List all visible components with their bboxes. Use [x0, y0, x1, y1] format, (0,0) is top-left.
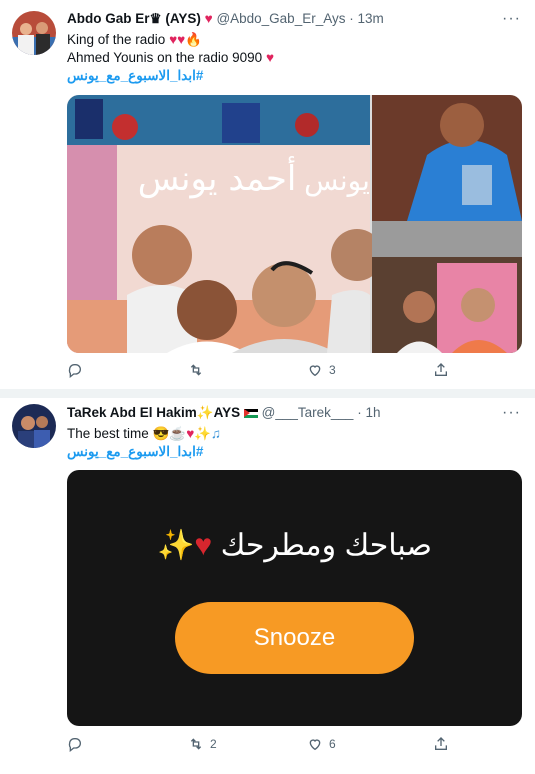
- like-button[interactable]: 3: [307, 362, 336, 378]
- handle[interactable]: @Abdo_Gab_Er_Ays: [216, 11, 345, 26]
- hashtag-link[interactable]: #ابدا_الاسبوع_مع_يونس: [67, 443, 221, 461]
- avatar[interactable]: [12, 404, 56, 448]
- reply-button[interactable]: [67, 736, 89, 752]
- heart-emoji-icon: ♥: [194, 529, 213, 562]
- action-bar: 2 6: [67, 736, 467, 760]
- share-icon: [435, 363, 447, 376]
- sparkles-emoji-icon: ✨: [157, 529, 195, 562]
- alarm-message-text: صباحك ومطرحك: [220, 529, 432, 562]
- retweet-button[interactable]: [188, 362, 210, 378]
- coffee-emoji-icon: ☕: [169, 426, 187, 441]
- heart-emoji-icon: ♥: [204, 11, 213, 26]
- avatar[interactable]: [12, 11, 56, 55]
- separator: ·: [349, 11, 354, 26]
- sparkles-emoji-icon: ✨: [194, 426, 212, 441]
- tweet-separator: [0, 389, 535, 398]
- text-line-2: Ahmed Younis on the radio 9090: [67, 50, 263, 65]
- heart-emoji-icon: ♥: [265, 50, 274, 65]
- banner-text: أحمد يونس: [138, 156, 297, 199]
- sunglasses-emoji-icon: 😎: [152, 426, 170, 441]
- tweet-1[interactable]: Abdo Gab Er♛ (AYS) ♥ @Abdo_Gab_Er_Ays · …: [0, 0, 535, 390]
- heart-emoji-icon: ♥♥: [169, 32, 186, 47]
- retweet-button[interactable]: 2: [188, 736, 217, 752]
- reply-icon: [68, 364, 81, 378]
- share-button[interactable]: [433, 362, 449, 378]
- text-line-1: The best time: [67, 426, 149, 441]
- display-name[interactable]: TaRek Abd El Hakim: [67, 405, 197, 420]
- display-name-suffix: ♛ (AYS): [149, 11, 201, 26]
- tweet-2[interactable]: TaRek Abd El Hakim✨AYS @___Tarek___ · 1h…: [0, 398, 535, 774]
- share-icon: [435, 737, 447, 750]
- display-name-suffix: AYS: [213, 405, 241, 420]
- reply-button[interactable]: [67, 362, 89, 378]
- tweet-header: Abdo Gab Er♛ (AYS) ♥ @Abdo_Gab_Er_Ays · …: [67, 11, 384, 27]
- banner-text-side: يونس: [304, 164, 370, 197]
- text-line-1: King of the radio: [67, 32, 166, 47]
- retweet-icon: [190, 364, 202, 376]
- photo-collage[interactable]: أحمد يونس يونس: [67, 95, 522, 353]
- like-icon: [309, 365, 321, 377]
- handle[interactable]: @___Tarek___: [262, 405, 354, 420]
- action-bar: 3: [67, 362, 467, 386]
- timestamp[interactable]: 13m: [358, 11, 384, 26]
- hashtag-link[interactable]: #ابدا_الاسبوع_مع_يونس: [67, 67, 274, 85]
- music-notes-emoji-icon: ♫: [211, 426, 222, 441]
- more-icon[interactable]: ···: [502, 404, 521, 422]
- reply-icon: [68, 738, 81, 752]
- display-name[interactable]: Abdo Gab Er: [67, 11, 150, 26]
- tweet-text: King of the radio ♥♥🔥 Ahmed Younis on th…: [67, 31, 274, 85]
- flag-emoji-icon: [243, 408, 258, 418]
- more-icon[interactable]: ···: [502, 10, 521, 28]
- alarm-screenshot-image[interactable]: صباحك ومطرحك ♥✨ Snooze: [67, 470, 522, 726]
- like-button[interactable]: 6: [307, 736, 336, 752]
- alarm-message: صباحك ومطرحك ♥✨: [107, 528, 482, 563]
- retweet-count: 2: [210, 737, 217, 751]
- like-icon: [309, 739, 321, 751]
- tweet-text: The best time 😎☕♥✨♫ #ابدا_الاسبوع_مع_يون…: [67, 425, 221, 461]
- tweet-header: TaRek Abd El Hakim✨AYS @___Tarek___ · 1h: [67, 405, 381, 421]
- photo-collage-image: أحمد يونس يونس: [67, 95, 522, 353]
- separator: ·: [357, 405, 362, 420]
- heart-emoji-icon: ♥: [186, 426, 195, 441]
- snooze-button: Snooze: [175, 602, 414, 674]
- fire-emoji-icon: 🔥: [185, 32, 202, 47]
- like-count: 6: [329, 737, 336, 751]
- retweet-icon: [190, 738, 202, 750]
- share-button[interactable]: [433, 736, 449, 752]
- sparkles-emoji-icon: ✨: [196, 405, 214, 420]
- timestamp[interactable]: 1h: [365, 405, 380, 420]
- like-count: 3: [329, 363, 336, 377]
